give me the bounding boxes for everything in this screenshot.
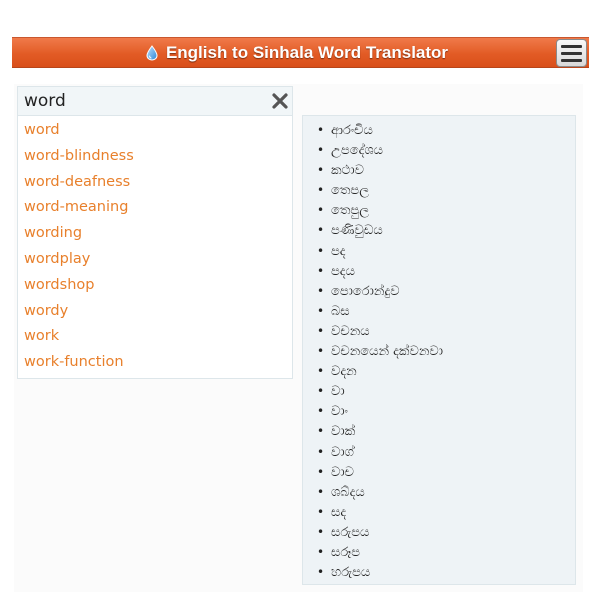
bullet-icon: •: [317, 565, 325, 580]
translation-text: සරූප: [331, 544, 361, 560]
translation-text: පොරොන්දුව: [331, 283, 400, 299]
bullet-icon: •: [317, 163, 325, 178]
suggestion-item[interactable]: work-function: [18, 350, 292, 376]
search-input[interactable]: [18, 87, 258, 115]
translation-item: • සද: [317, 502, 575, 522]
bullet-icon: •: [317, 123, 325, 137]
translation-item: • වාච: [317, 462, 575, 482]
translation-item: • වාග්: [317, 442, 575, 462]
bullet-icon: •: [317, 323, 325, 338]
bullet-icon: •: [317, 344, 325, 359]
translation-text: තෙපුල: [331, 203, 370, 219]
translation-text: වාං: [331, 404, 348, 420]
search-row: [18, 87, 292, 116]
translation-item: • උපදේශය: [317, 140, 575, 160]
translation-text: වා: [331, 384, 345, 400]
bullet-icon: •: [317, 283, 325, 298]
bullet-icon: •: [317, 203, 325, 218]
bullet-icon: •: [317, 243, 325, 258]
translation-item: • සරුපය: [317, 522, 575, 542]
bullet-icon: •: [317, 424, 325, 439]
translation-item: • පදය: [317, 261, 575, 281]
menu-button[interactable]: [556, 39, 587, 67]
suggestion-list: word word-blindness word-deafness word-mean…: [18, 116, 292, 378]
main-content: wordword-blindnessword-deafnessword-mean…: [14, 84, 583, 592]
translation-item: • පණිවුඩය: [317, 220, 575, 240]
bullet-icon: •: [317, 263, 325, 278]
suggestion-item[interactable]: wordy: [18, 299, 292, 325]
page-title: English to Sinhala Word Translator: [165, 42, 449, 62]
translation-text: සරුපය: [331, 524, 370, 540]
bullet-icon: •: [317, 303, 325, 318]
translation-item: • වා: [317, 381, 575, 401]
translation-text: වාක්: [331, 424, 356, 440]
translation-text: පදය: [331, 263, 355, 279]
translation-item: • තෙපුල: [317, 200, 575, 220]
search-panel: wordword-blindnessword-deafnessword-mean…: [17, 86, 293, 379]
translation-text: වචනය: [331, 323, 370, 339]
translation-text: වදන: [331, 364, 357, 380]
translation-text: පද: [331, 243, 346, 259]
translation-text: වාග්: [331, 444, 354, 460]
translation-item: • පොරොන්දුව: [317, 281, 575, 301]
suggestion-item[interactable]: wordshop: [18, 273, 292, 299]
translation-text: සද: [331, 504, 347, 520]
translation-text: පණිවුඩය: [331, 223, 383, 239]
suggestion-item[interactable]: word: [18, 118, 292, 144]
translation-item: • වචනයෙන් දක්වනවා: [317, 341, 575, 361]
translation-item: • කථාව: [317, 160, 575, 180]
bullet-icon: •: [317, 444, 325, 459]
translation-text: ශබ්දය: [331, 484, 365, 500]
bullet-icon: •: [317, 143, 325, 158]
translation-item: • සරූප: [317, 542, 575, 562]
hamburger-menu-icon-bar: [561, 51, 582, 55]
bullet-icon: •: [317, 524, 325, 539]
translation-item: • තෙපල: [317, 180, 575, 200]
header-title-group: English to Sinhala Word Translator: [145, 43, 448, 63]
translation-list: • ආරංචිය • උපදේශය • කථාව • තෙපල • තෙපුල • පණිවුඩය • ප…: [303, 116, 575, 582]
suggestion-item[interactable]: work: [18, 324, 292, 350]
bullet-icon: •: [317, 223, 325, 238]
bullet-icon: •: [317, 364, 325, 379]
suggestion-item[interactable]: word-blindness: [18, 144, 292, 170]
translation-item: • වාං: [317, 401, 575, 421]
page: English to Sinhala Word Translator word w…: [0, 0, 600, 600]
suggestion-item[interactable]: word-meaning: [18, 195, 292, 221]
translation-text: හරුපය: [331, 565, 371, 581]
translation-text: බස: [331, 303, 350, 319]
translation-text: කථාව: [331, 163, 364, 179]
bullet-icon: •: [317, 384, 325, 399]
translation-item: • හරුපය: [317, 562, 575, 582]
translation-item: • ශබ්දය: [317, 482, 575, 502]
translation-item: • බස: [317, 301, 575, 321]
translation-text: ආරංචිය: [331, 123, 373, 138]
bullet-icon: •: [317, 544, 325, 559]
translation-item: • වදන: [317, 361, 575, 381]
translation-item: • ආරංචිය: [317, 120, 575, 140]
bullet-icon: •: [317, 504, 325, 519]
translation-item: • වාක්: [317, 421, 575, 441]
bullet-icon: •: [317, 484, 325, 499]
bullet-icon: •: [317, 183, 325, 198]
close-icon[interactable]: [270, 91, 290, 111]
suggestion-item[interactable]: word-deafness: [18, 170, 292, 196]
water-drop-icon: [146, 44, 158, 61]
translation-text: වචනයෙන් දක්වනවා: [331, 344, 443, 360]
translation-item: • පද: [317, 241, 575, 261]
hamburger-menu-icon: [561, 44, 582, 48]
suggestion-item[interactable]: wording: [18, 221, 292, 247]
suggestion-item[interactable]: wordplay: [18, 247, 292, 273]
translation-text: තෙපල: [331, 183, 370, 199]
app-header: English to Sinhala Word Translator: [12, 37, 589, 68]
bullet-icon: •: [317, 464, 325, 479]
translation-text: වාච: [331, 464, 354, 480]
translation-text: උපදේශය: [331, 143, 383, 159]
hamburger-menu-icon-bar: [561, 58, 582, 62]
translation-results-panel: • ආරංචිය • උපදේශය • කථාව • තෙපල • තෙපුල • පණිවුඩය • ප…: [302, 115, 576, 585]
bullet-icon: •: [317, 404, 325, 419]
translation-item: • වචනය: [317, 321, 575, 341]
